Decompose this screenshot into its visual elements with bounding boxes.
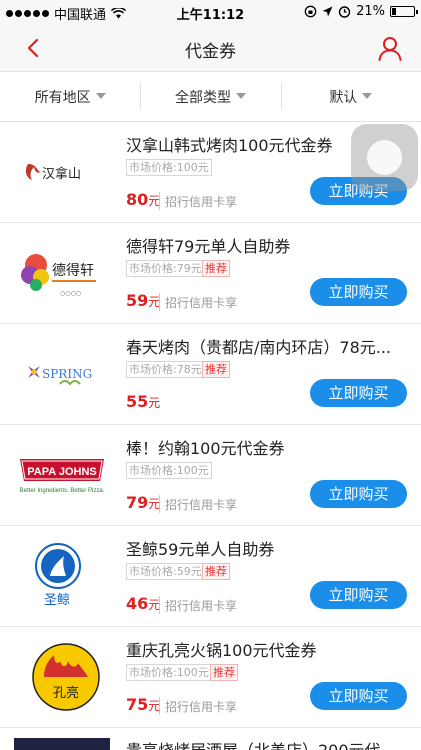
shengjing-logo: 圣鲸	[35, 543, 81, 608]
card-note: 招行信用卡享	[165, 498, 238, 512]
logo-text: 孔亮	[53, 685, 79, 701]
list-item[interactable]: 孔亮 重庆孔亮火锅100元代金券 市场价格:100元 推荐 75元 招行信用卡享…	[0, 627, 421, 728]
item-title: 德得轩79元单人自助券	[126, 237, 291, 256]
orientation-lock-icon	[304, 5, 317, 18]
list-item-partial[interactable]: 贵亭烧烤居酒屋（北美店）200元代	[0, 728, 421, 750]
caret-down-icon	[95, 92, 106, 99]
market-price: 市场价格:100元	[126, 462, 212, 479]
price: 55元	[126, 392, 160, 411]
price: 46元	[126, 594, 160, 613]
market-price: 市场价格:100元	[126, 159, 212, 176]
recommend-badge: 推荐	[202, 563, 230, 580]
svg-text:○○○○: ○○○○	[60, 290, 81, 297]
card-note: 招行信用卡享	[165, 599, 238, 613]
logo-text: SPRING	[42, 367, 92, 381]
assistive-touch-button[interactable]	[351, 124, 418, 191]
hanashan-logo: 汉拿山	[25, 164, 81, 182]
item-title: 春天烤肉（贵都店/南内环店）78元...	[126, 338, 392, 357]
battery-percent: 21%	[356, 4, 385, 19]
logo-text: 圣鲸	[44, 593, 70, 608]
item-title: 重庆孔亮火锅100元代金券	[126, 641, 317, 660]
list-item[interactable]: 圣鲸 圣鲸59元单人自助券 市场价格:59元 推荐 46元 招行信用卡享 立即购…	[0, 526, 421, 627]
logo-text: 德得轩	[52, 262, 94, 279]
spring-logo: SPRING	[28, 366, 92, 386]
divider	[159, 293, 160, 311]
buy-button[interactable]: 立即购买	[310, 682, 407, 710]
price-value: 55	[126, 392, 149, 411]
page-title: 代金券	[185, 42, 236, 62]
battery-fill	[392, 8, 396, 15]
divider	[159, 596, 160, 614]
buy-button[interactable]: 立即购买	[310, 581, 407, 609]
divider	[159, 192, 160, 210]
price-value: 80	[126, 190, 149, 209]
location-icon	[322, 6, 333, 17]
card-note: 招行信用卡享	[165, 195, 238, 209]
user-icon[interactable]	[377, 35, 403, 61]
filter-region[interactable]: 所有地区	[0, 87, 140, 107]
caret-down-icon	[362, 92, 373, 99]
buy-button[interactable]: 立即购买	[310, 278, 407, 306]
filter-region-label: 所有地区	[34, 89, 91, 106]
voucher-list: 汉拿山 汉拿山韩式烤肉100元代金券 市场价格:100元 80元 招行信用卡享 …	[0, 122, 421, 728]
alarm-icon	[338, 6, 351, 18]
item-title: 贵亭烧烤居酒屋（北美店）200元代	[126, 737, 381, 750]
buy-button[interactable]: 立即购买	[310, 480, 407, 508]
caret-down-icon	[235, 92, 246, 99]
price-unit: 元	[148, 396, 161, 410]
recommend-badge: 推荐	[210, 664, 238, 681]
item-title: 棒！约翰100元代金券	[126, 439, 285, 458]
divider	[159, 697, 160, 715]
filter-sort-label: 默认	[329, 89, 358, 106]
nav-bar: 代金券	[0, 24, 421, 72]
market-price: 市场价格:79元	[126, 260, 205, 277]
kongliang-logo: 孔亮	[32, 643, 100, 711]
filter-sort[interactable]: 默认	[280, 81, 421, 110]
list-item[interactable]: SPRING 春天烤肉（贵都店/南内环店）78元... 市场价格:78元 推荐 …	[0, 324, 421, 425]
logo-partial	[14, 738, 110, 750]
price-value: 75	[126, 695, 149, 714]
price-value: 59	[126, 291, 149, 310]
item-title: 圣鲸59元单人自助券	[126, 540, 275, 559]
logo-subtext: Better Ingredients. Better Pizza.	[20, 488, 105, 494]
market-price: 市场价格:78元	[126, 361, 205, 378]
logo-text: 汉拿山	[42, 166, 81, 182]
filter-type-label: 全部类型	[174, 89, 231, 106]
recommend-badge: 推荐	[202, 361, 230, 378]
logo-text: PAPA JOHNS	[27, 466, 96, 478]
status-bar: 中国联通 上午11:12 21%	[0, 0, 421, 24]
dedexuan-logo: 德得轩 ○○○○	[21, 254, 96, 297]
price: 80元	[126, 190, 160, 209]
price: 59元	[126, 291, 160, 310]
price: 75元	[126, 695, 160, 714]
filter-type[interactable]: 全部类型	[140, 81, 280, 110]
card-note: 招行信用卡享	[165, 296, 238, 310]
list-item[interactable]: PAPA JOHNS Better Ingredients. Better Pi…	[0, 425, 421, 526]
price-value: 46	[126, 594, 149, 613]
status-right: 21%	[304, 4, 418, 19]
buy-button[interactable]: 立即购买	[310, 379, 407, 407]
card-note: 招行信用卡享	[165, 700, 238, 714]
papa-johns-logo: PAPA JOHNS Better Ingredients. Better Pi…	[20, 459, 105, 494]
battery-icon	[390, 6, 418, 17]
market-price: 市场价格:59元	[126, 563, 205, 580]
price-value: 79	[126, 493, 149, 512]
divider	[159, 495, 160, 513]
price: 79元	[126, 493, 160, 512]
market-price: 市场价格:100元	[126, 664, 212, 681]
list-item[interactable]: 德得轩 ○○○○ 德得轩79元单人自助券 市场价格:79元 推荐 59元 招行信…	[0, 223, 421, 324]
filter-bar: 所有地区 全部类型 默认	[0, 72, 421, 122]
recommend-badge: 推荐	[202, 260, 230, 277]
